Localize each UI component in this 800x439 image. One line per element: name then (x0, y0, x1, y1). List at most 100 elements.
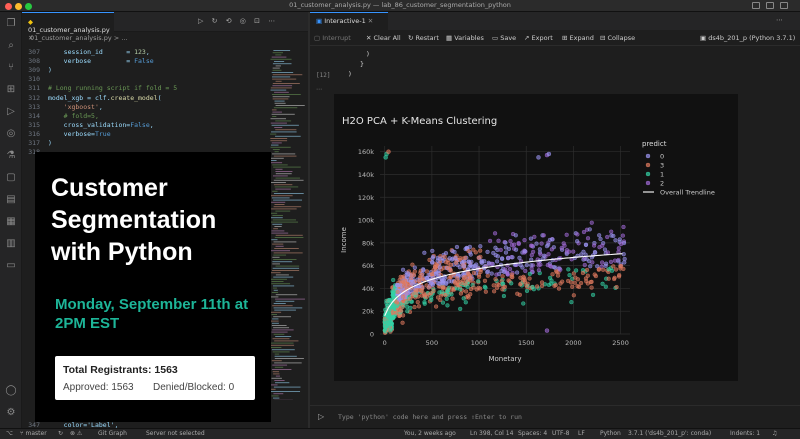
git-blame[interactable]: You, 2 weeks ago (404, 430, 456, 437)
scatter-point (412, 265, 417, 270)
toggle-secondary-sidebar-icon[interactable] (780, 2, 788, 9)
code-line[interactable]: 313 'xgboost', (22, 103, 103, 112)
remote-explorer-icon[interactable]: ▢ (5, 172, 17, 184)
legend-title: predict (642, 140, 667, 148)
scatter-point (405, 274, 410, 280)
editor-actions[interactable]: ▷ ↻ ⟲ ◎ ⊡ ⋯ (198, 17, 278, 25)
expand-button[interactable]: ⊞ Expand (562, 34, 594, 42)
tabs-icon[interactable]: ▥ (5, 238, 17, 250)
branch-indicator[interactable]: ⑂ master (20, 430, 47, 437)
tab-interactive-1[interactable]: ▣ Interactive-1 ✕ (310, 12, 388, 30)
scatter-point (585, 273, 590, 278)
collapse-button[interactable]: ⊟ Collapse (600, 34, 635, 42)
minimap[interactable] (270, 50, 306, 400)
scatter-point (397, 307, 402, 312)
code-line[interactable]: 316 verbose=True (22, 130, 110, 139)
notifications-icon[interactable]: ♫ (772, 430, 777, 437)
interactive-tab-bar: ▣ Interactive-1 ✕ ⋯ (310, 12, 800, 30)
scatter-point (588, 264, 593, 269)
tab-customer-analysis[interactable]: ◆ 01_customer_analysis.py ✕ (22, 12, 114, 42)
code-line[interactable]: 307 session_id = 123, (22, 48, 150, 57)
errors-warnings[interactable]: ⊗ ⚠ (70, 430, 82, 437)
scatter-point (527, 271, 532, 277)
git-graph-button[interactable]: Git Graph (98, 430, 127, 437)
settings-gear-icon[interactable]: ⚙ (5, 407, 17, 419)
remote-icon[interactable]: ⌥ (6, 430, 13, 437)
scatter-point (445, 303, 450, 308)
scatter-point (409, 275, 414, 281)
source-control-icon[interactable]: ⑂ (5, 62, 17, 74)
code-line[interactable]: 311 # Long running script if fold = 5 (22, 84, 177, 93)
run-debug-icon[interactable]: ▷ (5, 106, 17, 118)
scatter-point (584, 257, 589, 262)
scatter-point (449, 286, 454, 291)
scatter-point (392, 314, 397, 319)
interrupt-button[interactable]: ▢ Interrupt (314, 34, 351, 42)
line-ending[interactable]: LF (578, 430, 585, 437)
scatter-point (575, 284, 580, 289)
promo-date: Monday, September 11th at 2PM EST (55, 296, 249, 332)
code-line[interactable]: 309) (22, 66, 52, 75)
explorer-icon[interactable]: ❐ (5, 18, 17, 30)
line-text: # Long running script if fold = 5 (48, 84, 178, 93)
restart-button[interactable]: ↻ Restart (408, 34, 439, 42)
scatter-point (605, 250, 610, 255)
encoding[interactable]: UTF-8 (552, 430, 570, 437)
line-text: 'xgboost', (63, 102, 103, 111)
scatter-point (558, 267, 563, 272)
search-icon[interactable]: ⌕ (5, 40, 17, 52)
line-number: 317 (28, 139, 40, 147)
server-status[interactable]: Server not selected (146, 430, 205, 437)
code-line[interactable]: 317) (22, 139, 52, 148)
scatter-point (618, 241, 624, 247)
scatter-point (388, 328, 393, 333)
code-line[interactable]: 314 # fold=5, (22, 112, 99, 121)
sync-icon[interactable]: ↻ (58, 430, 63, 437)
save-button[interactable]: ▭ Save (492, 34, 516, 42)
code-line[interactable]: 310 (22, 75, 48, 84)
code-line[interactable]: 315 cross_validation=False, (22, 121, 153, 130)
scatter-point (602, 247, 608, 252)
output-more-icon[interactable]: ⋯ (316, 86, 322, 93)
promo-title: Customer Segmentation with Python (51, 174, 217, 266)
database-icon[interactable]: ▤ (5, 194, 17, 206)
scatter-point (555, 273, 561, 278)
chart-svg[interactable]: H2O PCA + K-Means Clustering 0 20k 40k 60k 80… (334, 94, 738, 381)
testing-icon[interactable]: ⚗ (5, 150, 17, 162)
scatter-point (590, 260, 595, 265)
legend-label: 3 (660, 162, 664, 170)
more-actions-icon[interactable]: ⋯ (776, 16, 783, 24)
scatter-point (499, 256, 505, 261)
code-line[interactable]: 308 verbose = False (22, 57, 153, 66)
toggle-panel-icon[interactable] (766, 2, 774, 9)
scatter-point (535, 284, 540, 289)
scatter-point (409, 272, 415, 277)
cursor-position[interactable]: Ln 398, Col 14 (470, 430, 513, 437)
account-icon[interactable]: ◯ (5, 385, 17, 397)
variables-button[interactable]: ▦ Variables (446, 34, 484, 42)
code-line[interactable]: 312 model_xgb = clf.create_model( (22, 94, 161, 103)
export-button[interactable]: ↗ Export (524, 34, 553, 42)
pca-kmeans-chart[interactable]: H2O PCA + K-Means Clustering 0 20k 40k 60k 80… (334, 94, 738, 381)
kernel-selector[interactable]: ▣ ds4b_201_p (Python 3.7.1) (700, 34, 795, 42)
language-mode[interactable]: Python (600, 430, 621, 437)
breadcrumb[interactable]: 01_customer_analysis.py > ... (30, 34, 128, 42)
scatter-point (444, 260, 449, 265)
folder-icon[interactable]: ▭ (5, 260, 17, 272)
scatter-point (570, 284, 575, 289)
extensions-icon[interactable]: ⊞ (5, 84, 17, 96)
clear-all-button[interactable]: ✕ Clear All (366, 34, 401, 42)
scatter-point (457, 265, 462, 270)
jupyter-icon[interactable]: ◎ (5, 128, 17, 140)
code-input-bar[interactable]: ▷ Type 'python' code here and press ⇧Ent… (310, 405, 800, 427)
python-interpreter[interactable]: 3.7.1 ('ds4b_201_p': conda) (628, 430, 711, 437)
indent-count[interactable]: Indents: 1 (730, 430, 760, 437)
run-cell-icon[interactable]: ▷ (318, 412, 324, 421)
docker-icon[interactable]: ▦ (5, 216, 17, 228)
indentation[interactable]: Spaces: 4 (518, 430, 547, 437)
scatter-point (592, 249, 598, 255)
scatter-point (464, 278, 469, 283)
toggle-sidebar-icon[interactable] (752, 2, 760, 9)
code-input-placeholder[interactable]: Type 'python' code here and press ⇧Enter… (338, 413, 522, 421)
scatter-point (514, 270, 520, 275)
